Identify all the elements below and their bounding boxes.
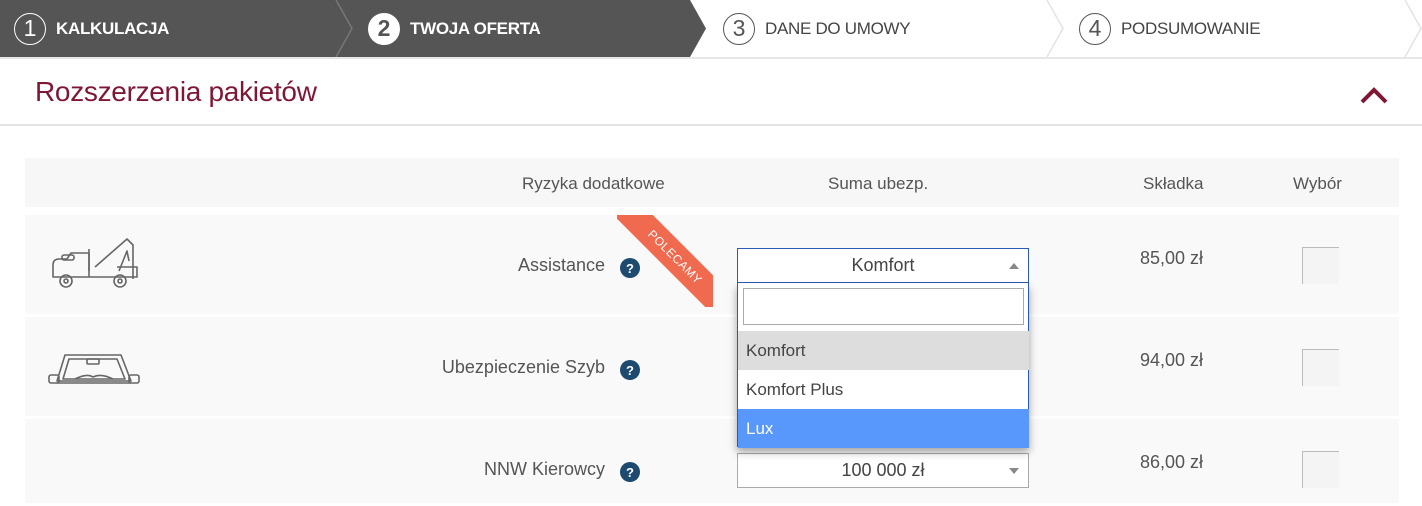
row-name-nnw: NNW Kierowcy xyxy=(483,459,605,479)
recommended-badge: POLECAMY xyxy=(617,215,713,307)
step-twoja-oferta[interactable]: 2 TWOJA OFERTA xyxy=(368,0,541,57)
select-checkbox[interactable] xyxy=(1302,451,1339,488)
step-dane-do-umowy[interactable]: 3 DANE DO UMOWY xyxy=(723,0,911,57)
tow-truck-icon xyxy=(52,238,138,288)
step-number: 1 xyxy=(14,12,46,45)
chevron-up-icon[interactable] xyxy=(1356,84,1392,108)
select-value: 100 000 zł xyxy=(841,460,925,480)
help-icon[interactable]: ? xyxy=(620,360,640,380)
select-checkbox[interactable] xyxy=(1302,349,1339,386)
step-number: 4 xyxy=(1079,12,1111,45)
step-podsumowanie[interactable]: 4 PODSUMOWANIE xyxy=(1079,0,1261,57)
dropdown-search-input[interactable] xyxy=(743,288,1024,325)
step-number: 3 xyxy=(723,12,755,45)
row-name-assistance: Assistance xyxy=(517,255,605,275)
select-value: Komfort xyxy=(851,255,915,275)
step-label: KALKULACJA xyxy=(56,18,170,38)
premium-value: 85,00 zł xyxy=(1140,248,1204,268)
step-number: 2 xyxy=(368,12,400,45)
progress-stepper: 1 KALKULACJA 2 TWOJA OFERTA 3 DANE DO UM… xyxy=(0,0,1422,59)
table-row: Ubezpieczenie Szyb ? 94,00 zł xyxy=(25,317,1399,416)
premium-value: 94,00 zł xyxy=(1140,350,1204,370)
header-premium: Składka xyxy=(1143,174,1204,193)
dropdown-option-komfort[interactable]: Komfort xyxy=(738,331,1029,370)
step-label: PODSUMOWANIE xyxy=(1121,18,1261,38)
sum-select-nnw[interactable]: 100 000 zł xyxy=(737,453,1029,488)
recommended-ribbon: POLECAMY xyxy=(617,215,713,307)
table-header: Ryzyka dodatkowe Suma ubezp. Składka Wyb… xyxy=(25,158,1399,207)
dropdown-option-lux[interactable]: Lux xyxy=(738,409,1029,448)
step-label: TWOJA OFERTA xyxy=(410,18,541,38)
dropdown-option-komfort-plus[interactable]: Komfort Plus xyxy=(738,370,1029,409)
caret-up-icon xyxy=(1009,263,1019,269)
header-risks: Ryzyka dodatkowe xyxy=(522,174,665,193)
section-title: Rozszerzenia pakietów xyxy=(35,76,317,107)
premium-value: 86,00 zł xyxy=(1140,452,1204,472)
sum-dropdown: Komfort Komfort Plus Lux xyxy=(737,283,1029,448)
sum-select-assistance[interactable]: Komfort xyxy=(737,248,1029,283)
table-row: NNW Kierowcy ? 86,00 zł xyxy=(25,419,1399,503)
header-choice: Wybór xyxy=(1293,174,1342,193)
row-name-szyby: Ubezpieczenie Szyb xyxy=(441,357,605,377)
header-sum: Suma ubezp. xyxy=(828,174,929,193)
select-checkbox[interactable] xyxy=(1302,247,1339,284)
windshield-icon xyxy=(48,354,140,384)
help-icon[interactable]: ? xyxy=(620,462,640,482)
caret-down-icon xyxy=(1009,468,1019,474)
step-kalkulacja[interactable]: 1 KALKULACJA xyxy=(14,0,169,57)
step-label: DANE DO UMOWY xyxy=(765,18,911,38)
section-divider xyxy=(0,124,1422,126)
